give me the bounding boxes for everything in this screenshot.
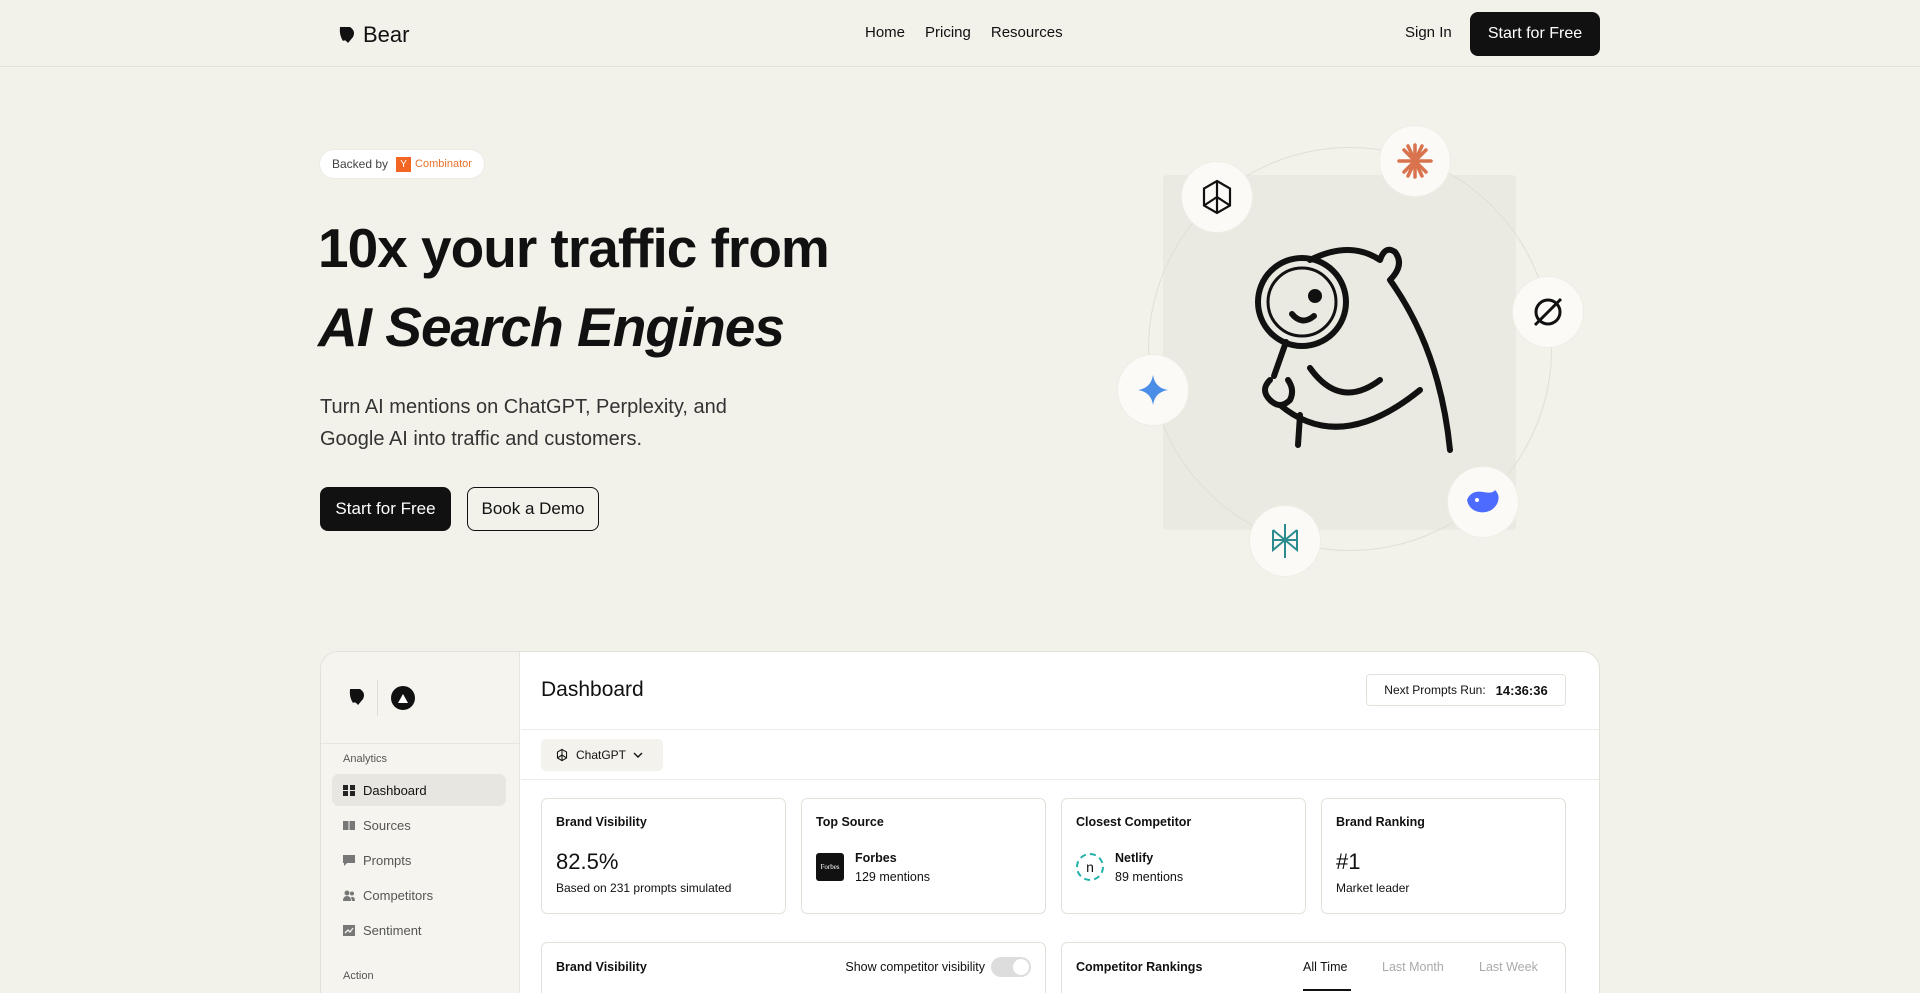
sidebar-item-label: Dashboard — [363, 782, 427, 798]
claude-icon — [1380, 126, 1450, 196]
dashboard-preview: Analytics Dashboard Sources Prompts Comp… — [320, 651, 1600, 993]
tab-last-week[interactable]: Last Week — [1479, 960, 1538, 974]
brand-visibility-card: Brand Visibility 82.5% Based on 231 prom… — [541, 798, 786, 914]
tab-all-time[interactable]: All Time — [1303, 960, 1347, 974]
source-count: 129 mentions — [855, 870, 931, 884]
bear-logo-icon — [349, 689, 364, 705]
sidebar-divider — [377, 680, 378, 716]
top-navbar: Bear Home Pricing Resources Sign In Star… — [0, 0, 1920, 67]
bear-logo-icon — [339, 27, 354, 43]
backed-by-badge: Backed by Y Combinator — [320, 150, 484, 178]
yc-text: Combinator — [415, 158, 472, 170]
card-title: Brand Ranking — [1336, 815, 1425, 829]
grok-icon — [1513, 277, 1583, 347]
competitor-rankings-panel: Competitor Rankings All Time Last Month … — [1061, 942, 1566, 993]
chart-icon — [343, 924, 355, 936]
sidebar-header — [321, 652, 520, 744]
model-select-value: ChatGPT — [576, 748, 627, 762]
brand-ranking-card: Brand Ranking #1 Market leader — [1321, 798, 1566, 914]
visibility-value: 82.5% — [556, 849, 619, 874]
sidebar-item-label: Sources — [363, 817, 411, 833]
dashboard-title: Dashboard — [541, 678, 644, 701]
visibility-subtext: Based on 231 prompts simulated — [556, 881, 732, 895]
sidebar-item-label: Competitors — [363, 887, 434, 903]
book-demo-button[interactable]: Book a Demo — [467, 487, 599, 531]
model-select[interactable]: ChatGPT — [541, 739, 663, 771]
brand-visibility-panel: Brand Visibility Show competitor visibil… — [541, 942, 1046, 993]
users-icon — [343, 890, 355, 901]
hero-subtitle: Turn AI mentions on ChatGPT, Perplexity,… — [320, 396, 727, 450]
sidebar-item-prompts[interactable]: Prompts — [332, 844, 506, 876]
dashboard-sidebar: Analytics Dashboard Sources Prompts Comp… — [321, 652, 520, 993]
openai-icon — [556, 748, 568, 762]
forbes-logo: Forbes — [816, 853, 844, 881]
sidebar-item-competitors[interactable]: Competitors — [332, 879, 506, 911]
netlify-logo: n — [1076, 853, 1104, 881]
nav-link-resources[interactable]: Resources — [991, 24, 1063, 41]
ranking-value: #1 — [1336, 849, 1361, 874]
next-prompts-run: Next Prompts Run: 14:36:36 — [1366, 674, 1566, 706]
ranking-subtext: Market leader — [1336, 881, 1410, 895]
yc-logo: Y Combinator — [396, 156, 472, 172]
nav-link-home[interactable]: Home — [865, 24, 905, 41]
backed-by-label: Backed by — [332, 157, 389, 171]
book-icon — [343, 820, 355, 830]
chevron-down-icon — [633, 752, 643, 758]
competitor-name: Netlify — [1115, 851, 1154, 865]
closest-competitor-card: Closest Competitor n Netlify 89 mentions — [1061, 798, 1306, 914]
sidebar-item-label: Prompts — [363, 852, 412, 868]
grid-icon — [343, 784, 355, 796]
brand-logo[interactable]: Bear — [337, 22, 409, 48]
competitor-count: 89 mentions — [1115, 870, 1184, 884]
top-source-card: Top Source Forbes Forbes 129 mentions — [801, 798, 1046, 914]
hero-title-line1: 10x your traffic from — [318, 217, 830, 279]
next-run-time: 14:36:36 — [1495, 682, 1548, 698]
nav-link-pricing[interactable]: Pricing — [925, 24, 971, 41]
sidebar-item-sentiment[interactable]: Sentiment — [332, 914, 506, 946]
dashboard-header: Dashboard Next Prompts Run: 14:36:36 — [521, 652, 1599, 730]
nav-start-free-button[interactable]: Start for Free — [1470, 12, 1600, 56]
brand-name: Bear — [363, 22, 410, 47]
competitor-visibility-label: Show competitor visibility — [845, 960, 985, 974]
card-title: Top Source — [816, 815, 884, 829]
bear-magnifier-illustration — [1255, 246, 1453, 453]
sidebar-item-dashboard[interactable]: Dashboard — [332, 774, 506, 806]
card-title: Closest Competitor — [1076, 815, 1192, 829]
workspace-icon[interactable] — [391, 686, 415, 710]
panel-title: Competitor Rankings — [1076, 960, 1203, 974]
next-run-label: Next Prompts Run: — [1384, 683, 1486, 697]
gemini-icon — [1118, 355, 1188, 425]
tab-last-month[interactable]: Last Month — [1382, 960, 1444, 974]
panel-title: Brand Visibility — [556, 960, 647, 974]
openai-icon — [1182, 162, 1252, 232]
yc-icon: Y — [396, 156, 412, 172]
hero-start-free-button[interactable]: Start for Free — [320, 487, 451, 531]
sign-in-link[interactable]: Sign In — [1405, 24, 1452, 41]
filter-row: ChatGPT — [521, 730, 1599, 780]
chat-icon — [343, 854, 355, 866]
sidebar-item-sources[interactable]: Sources — [332, 809, 506, 841]
hero-title-line2: AI Search Engines — [318, 296, 785, 358]
competitor-visibility-toggle[interactable] — [991, 957, 1031, 977]
card-title: Brand Visibility — [556, 815, 647, 829]
deepseek-icon — [1448, 467, 1518, 537]
perplexity-icon — [1250, 506, 1320, 576]
sidebar-section-analytics: Analytics — [343, 753, 388, 765]
source-name: Forbes — [855, 851, 897, 865]
sidebar-item-label: Sentiment — [363, 922, 422, 938]
nav-links: Home Pricing Resources — [865, 24, 1063, 41]
sidebar-section-action: Action — [343, 970, 374, 982]
active-tab-underline — [1303, 989, 1351, 991]
